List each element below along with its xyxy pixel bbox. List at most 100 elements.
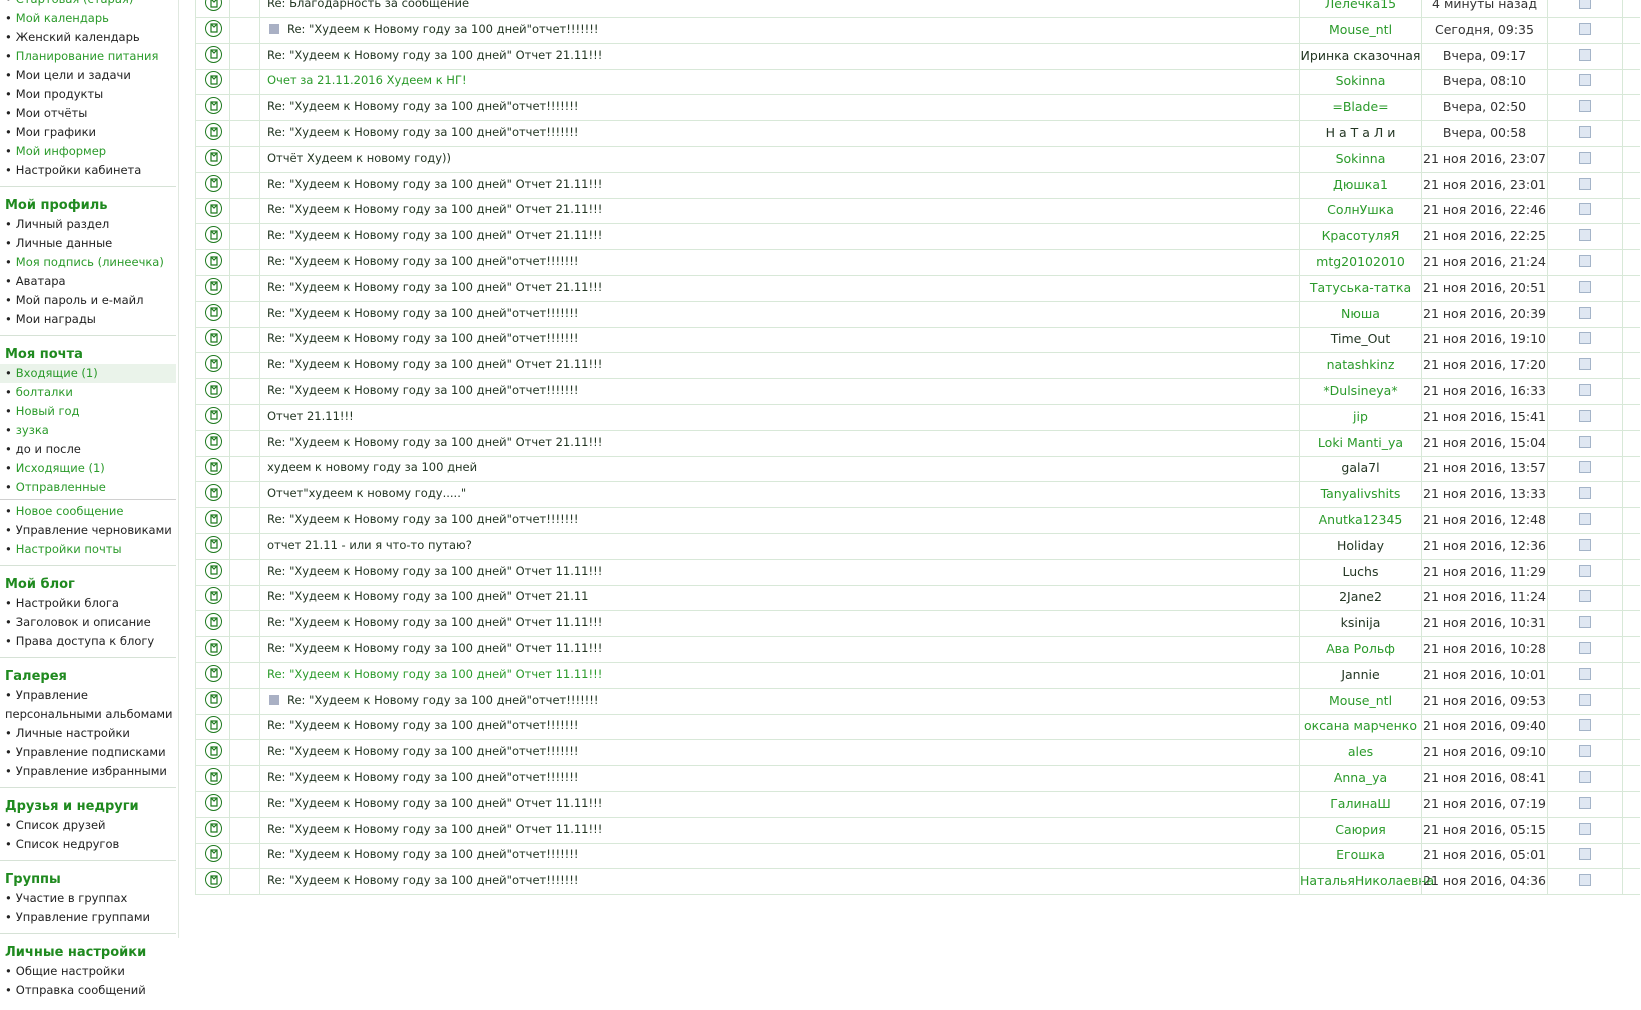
sidebar-title-settings[interactable]: Личные настройки bbox=[0, 938, 176, 962]
checkbox-square-icon[interactable] bbox=[1579, 280, 1591, 293]
sidebar-item[interactable]: • Личный раздел bbox=[0, 215, 176, 234]
message-subject[interactable]: Re: "Худеем к Новому году за 100 дней"от… bbox=[259, 506, 1299, 533]
sidebar-item[interactable]: • Входящие (1) bbox=[0, 364, 176, 383]
message-subject-text[interactable]: Re: "Худеем к Новому году за 100 дней"от… bbox=[267, 331, 579, 345]
message-subject-text[interactable]: Re: "Худеем к Новому году за 100 дней" О… bbox=[267, 564, 602, 578]
checkbox-square-icon[interactable] bbox=[1579, 796, 1591, 809]
message-subject-text[interactable]: Re: "Худеем к Новому году за 100 дней" О… bbox=[267, 589, 589, 603]
sidebar-item[interactable]: • Мои отчёты bbox=[0, 104, 176, 123]
message-row[interactable]: Re: "Худеем к Новому году за 100 дней" О… bbox=[195, 170, 1640, 199]
sidebar-item[interactable]: • Заголовок и описание bbox=[0, 613, 176, 632]
checkbox-square-icon[interactable] bbox=[1579, 0, 1591, 9]
message-author[interactable]: ГалинаШ bbox=[1299, 789, 1421, 817]
message-subject-text[interactable]: Re: "Худеем к Новому году за 100 дней" О… bbox=[267, 48, 602, 62]
message-author[interactable]: jip bbox=[1299, 402, 1421, 430]
checkbox-square-icon[interactable] bbox=[1579, 667, 1591, 680]
sidebar-item[interactable]: • Мои награды bbox=[0, 310, 176, 329]
message-row[interactable]: Re: "Худеем к Новому году за 100 дней"от… bbox=[195, 841, 1640, 870]
sidebar-item[interactable]: • болталки bbox=[0, 383, 176, 402]
message-subject[interactable]: Re: "Худеем к Новому году за 100 дней"от… bbox=[259, 764, 1299, 791]
sidebar-item[interactable]: • Мои продукты bbox=[0, 85, 176, 104]
message-author[interactable]: 2Jane2 bbox=[1299, 583, 1421, 611]
checkbox-square-icon[interactable] bbox=[1579, 409, 1591, 422]
sidebar-item[interactable]: • Женский календарь bbox=[0, 28, 176, 47]
sidebar-item[interactable]: • Настройки кабинета bbox=[0, 161, 176, 180]
checkbox-square-icon[interactable] bbox=[1579, 48, 1591, 61]
message-subject[interactable]: Re: "Худеем к Новому году за 100 дней" О… bbox=[259, 660, 1299, 688]
checkbox-square-icon[interactable] bbox=[1579, 384, 1591, 396]
message-subject-text[interactable]: Re: "Худеем к Новому году за 100 дней"от… bbox=[267, 847, 579, 861]
message-author[interactable]: Loki Manti_ya bbox=[1299, 428, 1421, 456]
message-subject-text[interactable]: Re: "Худеем к Новому году за 100 дней"от… bbox=[267, 306, 579, 320]
message-subject[interactable]: Re: "Худеем к Новому году за 100 дней" О… bbox=[259, 635, 1299, 662]
message-row[interactable]: Re: "Худеем к Новому году за 100 дней" О… bbox=[195, 428, 1640, 457]
message-row[interactable]: Re: "Худеем к Новому году за 100 дней" О… bbox=[195, 196, 1640, 225]
message-subject-text[interactable]: Re: "Худеем к Новому году за 100 дней" О… bbox=[267, 202, 602, 216]
message-subject[interactable]: Re: "Худеем к Новому году за 100 дней" О… bbox=[259, 222, 1299, 250]
message-author[interactable]: Саюрия bbox=[1299, 815, 1421, 843]
checkbox-square-icon[interactable] bbox=[1579, 255, 1591, 267]
message-subject[interactable]: Re: "Худеем к Новому году за 100 дней" О… bbox=[259, 428, 1299, 456]
message-author[interactable]: gala7l bbox=[1299, 454, 1421, 482]
message-author[interactable]: КрасотуляЯ bbox=[1299, 222, 1421, 250]
checkbox-square-icon[interactable] bbox=[1579, 822, 1591, 835]
message-subject[interactable]: Re: Благодарность за сообщение bbox=[259, 0, 1299, 17]
message-row[interactable]: Отчет 21.11!!! jip 21 ноя 2016, 15:41 bbox=[195, 402, 1640, 431]
sidebar-item[interactable]: • Моя подпись (линеечка) bbox=[0, 253, 176, 272]
message-subject-text[interactable]: Re: "Худеем к Новому году за 100 дней"от… bbox=[267, 125, 579, 139]
sidebar-item[interactable]: • Мои цели и задачи bbox=[0, 66, 176, 85]
message-author[interactable]: оксана марченко bbox=[1299, 712, 1421, 740]
sidebar-item[interactable]: • Мой пароль и е-майл bbox=[0, 291, 176, 310]
checkbox-square-icon[interactable] bbox=[1579, 306, 1591, 319]
message-subject[interactable]: Re: "Худеем к Новому году за 100 дней"от… bbox=[259, 119, 1299, 146]
message-author[interactable]: НатальяНиколаевна bbox=[1299, 867, 1434, 895]
message-subject[interactable]: худеем к новому году за 100 дней bbox=[259, 454, 1299, 482]
message-author[interactable]: Татуська-татка bbox=[1299, 273, 1421, 301]
sidebar-item[interactable]: • Новое сообщение bbox=[0, 502, 176, 521]
message-author[interactable]: Holiday bbox=[1299, 531, 1421, 559]
sidebar-title-profile[interactable]: Мой профиль bbox=[0, 191, 176, 215]
message-subject-text[interactable]: Re: "Худеем к Новому году за 100 дней"от… bbox=[267, 770, 579, 784]
checkbox-square-icon[interactable] bbox=[1579, 435, 1591, 448]
sidebar-item[interactable]: • Личные настройки bbox=[0, 724, 176, 743]
message-row[interactable]: Re: "Худеем к Новому году за 100 дней" О… bbox=[195, 660, 1640, 689]
sidebar-item[interactable]: • Список недругов bbox=[0, 835, 176, 854]
message-author[interactable]: Дюшка1 bbox=[1299, 170, 1421, 198]
message-subject[interactable]: Re: "Худеем к Новому году за 100 дней"от… bbox=[259, 15, 1299, 43]
sidebar-item[interactable]: • зузка bbox=[0, 421, 176, 440]
message-author[interactable]: Mouse_ntl bbox=[1299, 686, 1421, 714]
message-author[interactable]: Tanyalivshits bbox=[1299, 480, 1421, 508]
message-subject[interactable]: Отчёт Худеем к новому году)) bbox=[259, 144, 1299, 172]
message-subject-text[interactable]: Re: "Худеем к Новому году за 100 дней"от… bbox=[267, 744, 579, 758]
message-row[interactable]: отчет 21.11 - или я что-то путаю? Holiday… bbox=[195, 531, 1640, 560]
sidebar-item[interactable]: • Права доступа к блогу bbox=[0, 632, 176, 651]
checkbox-square-icon[interactable] bbox=[1579, 693, 1591, 706]
sidebar-item[interactable]: • Управление черновиками bbox=[0, 521, 176, 540]
checkbox-square-icon[interactable] bbox=[1579, 564, 1591, 577]
message-row[interactable]: Очет за 21.11.2016 Худеем к НГ! Sokinna Вч… bbox=[195, 67, 1640, 96]
checkbox-square-icon[interactable] bbox=[1579, 332, 1591, 345]
checkbox-square-icon[interactable] bbox=[1579, 461, 1591, 474]
checkbox-square-icon[interactable] bbox=[1579, 487, 1591, 500]
message-author[interactable]: =Blade= bbox=[1299, 93, 1421, 121]
message-row[interactable]: Re: "Худеем к Новому году за 100 дней" О… bbox=[195, 609, 1640, 638]
message-row[interactable]: Re: "Худеем к Новому году за 100 дней"от… bbox=[195, 119, 1640, 147]
message-subject[interactable]: Re: "Худеем к Новому году за 100 дней" О… bbox=[259, 789, 1299, 817]
sidebar-item[interactable]: • Стартовая (старая) bbox=[0, 0, 176, 9]
message-subject-text[interactable]: Re: Благодарность за сообщение bbox=[267, 0, 469, 10]
sidebar-item[interactable]: • Аватара bbox=[0, 272, 176, 291]
message-subject-text[interactable]: Re: "Худеем к Новому году за 100 дней"от… bbox=[267, 718, 579, 732]
message-author[interactable]: Егошка bbox=[1299, 841, 1421, 869]
message-subject-text[interactable]: Отчет 21.11!!! bbox=[267, 409, 354, 423]
message-subject-text[interactable]: Re: "Худеем к Новому году за 100 дней"от… bbox=[267, 254, 579, 268]
message-author[interactable]: Иринка сказочная bbox=[1299, 41, 1421, 69]
message-row[interactable]: Re: "Худеем к Новому году за 100 дней" О… bbox=[195, 222, 1640, 251]
message-subject-text[interactable]: Re: "Худеем к Новому году за 100 дней" О… bbox=[267, 435, 602, 449]
message-row[interactable]: Re: "Худеем к Новому году за 100 дней"от… bbox=[195, 325, 1640, 354]
sidebar-item[interactable]: • Управление персональными альбомами bbox=[0, 686, 176, 724]
checkbox-square-icon[interactable] bbox=[1579, 22, 1591, 35]
message-subject[interactable]: отчет 21.11 - или я что-то путаю? bbox=[259, 531, 1299, 559]
message-row[interactable]: Re: "Худеем к Новому году за 100 дней"от… bbox=[195, 248, 1640, 276]
message-subject-text[interactable]: Re: "Худеем к Новому году за 100 дней" О… bbox=[267, 280, 602, 294]
message-author[interactable]: ales bbox=[1299, 738, 1421, 766]
